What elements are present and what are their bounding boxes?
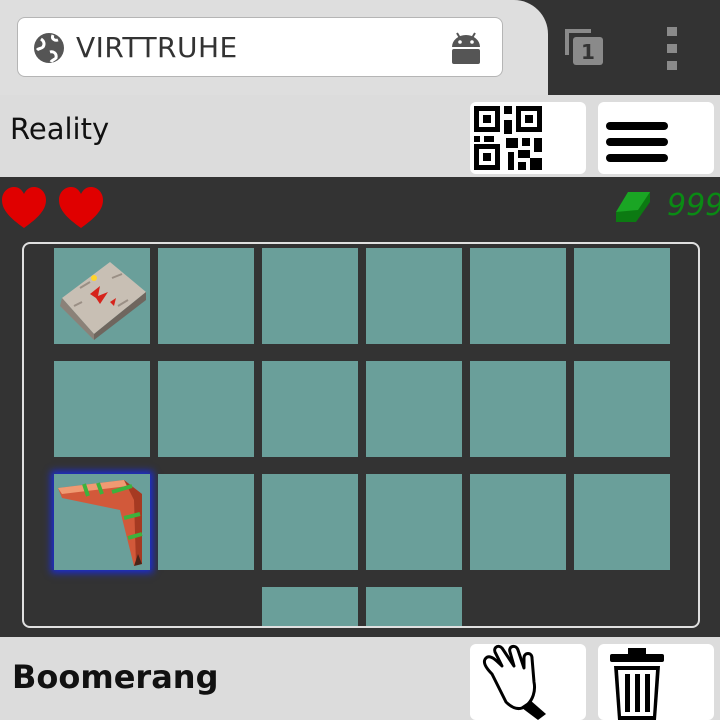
android-icon (452, 32, 480, 64)
inventory-slot[interactable] (574, 474, 670, 570)
inventory-slot[interactable] (262, 248, 358, 344)
tab-switcher-icon[interactable]: 1 (563, 25, 607, 69)
inventory-slot[interactable] (366, 587, 462, 626)
browser-tab: VIRTTRUHE (0, 0, 548, 95)
boomerang-icon (58, 480, 143, 566)
delete-item-button[interactable] (598, 644, 714, 720)
inventory-slot[interactable] (470, 248, 566, 344)
heart-icon (59, 187, 103, 228)
inventory-grid (22, 242, 700, 628)
inventory-slot[interactable] (470, 361, 566, 457)
inventory-slot[interactable] (366, 474, 462, 570)
inventory-slot[interactable] (158, 248, 254, 344)
inventory-slot[interactable] (574, 361, 670, 457)
menu-button[interactable] (598, 102, 714, 174)
selected-item-name: Boomerang (12, 658, 219, 696)
map-icon (60, 262, 146, 340)
inventory-slot[interactable] (366, 361, 462, 457)
url-bar[interactable]: VIRTTRUHE (17, 17, 503, 77)
inventory-slot[interactable] (262, 361, 358, 457)
qr-code-icon (474, 106, 542, 170)
trash-icon (610, 648, 664, 720)
inventory-slot[interactable] (262, 587, 358, 626)
heart-icon (2, 187, 46, 228)
url-text: VIRTTRUHE (76, 31, 238, 64)
globe-icon (34, 33, 64, 63)
browser-toolbar: VIRTTRUHE 1 (0, 0, 720, 95)
inventory-slot[interactable] (470, 474, 566, 570)
inventory-slot[interactable] (366, 248, 462, 344)
coin-count: 999 (667, 188, 720, 223)
app-header: Reality (0, 95, 720, 177)
inventory-slot-map[interactable] (54, 248, 150, 344)
inventory-slot[interactable] (158, 361, 254, 457)
hand-icon (482, 644, 546, 720)
page-title: Reality (10, 112, 110, 146)
more-vert-icon[interactable] (662, 27, 682, 71)
inventory-slot[interactable] (262, 474, 358, 570)
status-row: 999 (0, 180, 720, 236)
inventory-slot-boomerang[interactable] (54, 474, 150, 570)
inventory-slot[interactable] (54, 361, 150, 457)
inventory-slot[interactable] (574, 248, 670, 344)
qr-scan-button[interactable] (470, 102, 586, 174)
inventory-slot[interactable] (158, 474, 254, 570)
use-item-button[interactable] (470, 644, 586, 720)
green-gem-icon (616, 192, 650, 222)
tab-count: 1 (581, 40, 595, 64)
action-bar: Boomerang (0, 637, 720, 720)
